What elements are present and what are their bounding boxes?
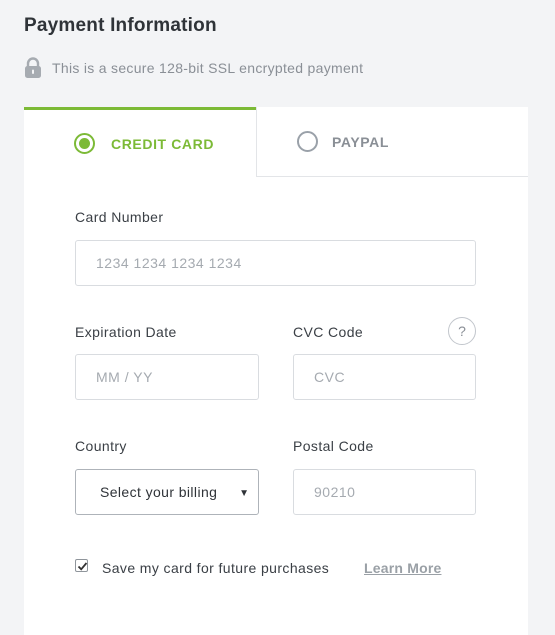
card-number-input[interactable] xyxy=(76,241,475,285)
cvc-field-box xyxy=(293,354,476,400)
help-circle-icon[interactable]: ? xyxy=(448,317,476,345)
postal-code-field-box xyxy=(293,469,476,515)
card-number-label: Card Number xyxy=(75,209,164,225)
country-select-value: Select your billing country xyxy=(100,484,222,500)
save-card-label: Save my card for future purchases xyxy=(102,560,330,576)
secure-text: This is a secure 128-bit SSL encrypted p… xyxy=(52,60,364,76)
expiration-field-box xyxy=(75,354,259,400)
postal-code-input[interactable] xyxy=(294,470,475,514)
tab-credit-card-label: CREDIT CARD xyxy=(111,135,215,152)
cvc-input[interactable] xyxy=(294,355,475,399)
country-select[interactable]: Select your billing country ▼ xyxy=(75,469,259,515)
secure-notice: This is a secure 128-bit SSL encrypted p… xyxy=(24,57,363,79)
caret-down-icon: ▼ xyxy=(239,488,249,499)
checkmark-icon xyxy=(77,562,88,571)
cvc-code-label: CVC Code xyxy=(293,324,364,340)
expiration-date-label: Expiration Date xyxy=(75,324,177,340)
lock-icon xyxy=(25,57,41,78)
card-number-field-box xyxy=(75,240,476,286)
postal-code-label: Postal Code xyxy=(293,438,374,454)
learn-more-link[interactable]: Learn More xyxy=(364,560,441,576)
country-label: Country xyxy=(75,438,127,454)
paypal-radio[interactable] xyxy=(297,131,318,152)
page-title: Payment Information xyxy=(24,15,217,36)
save-card-checkbox[interactable] xyxy=(75,559,88,572)
tab-credit-card[interactable]: CREDIT CARD xyxy=(24,107,256,177)
tab-paypal[interactable]: PAYPAL xyxy=(256,107,528,177)
expiration-date-input[interactable] xyxy=(76,355,258,399)
credit-card-radio[interactable] xyxy=(74,133,95,154)
payment-card-panel: CREDIT CARD PAYPAL Card Number Expiratio… xyxy=(24,107,528,635)
tab-paypal-label: PAYPAL xyxy=(332,133,390,150)
